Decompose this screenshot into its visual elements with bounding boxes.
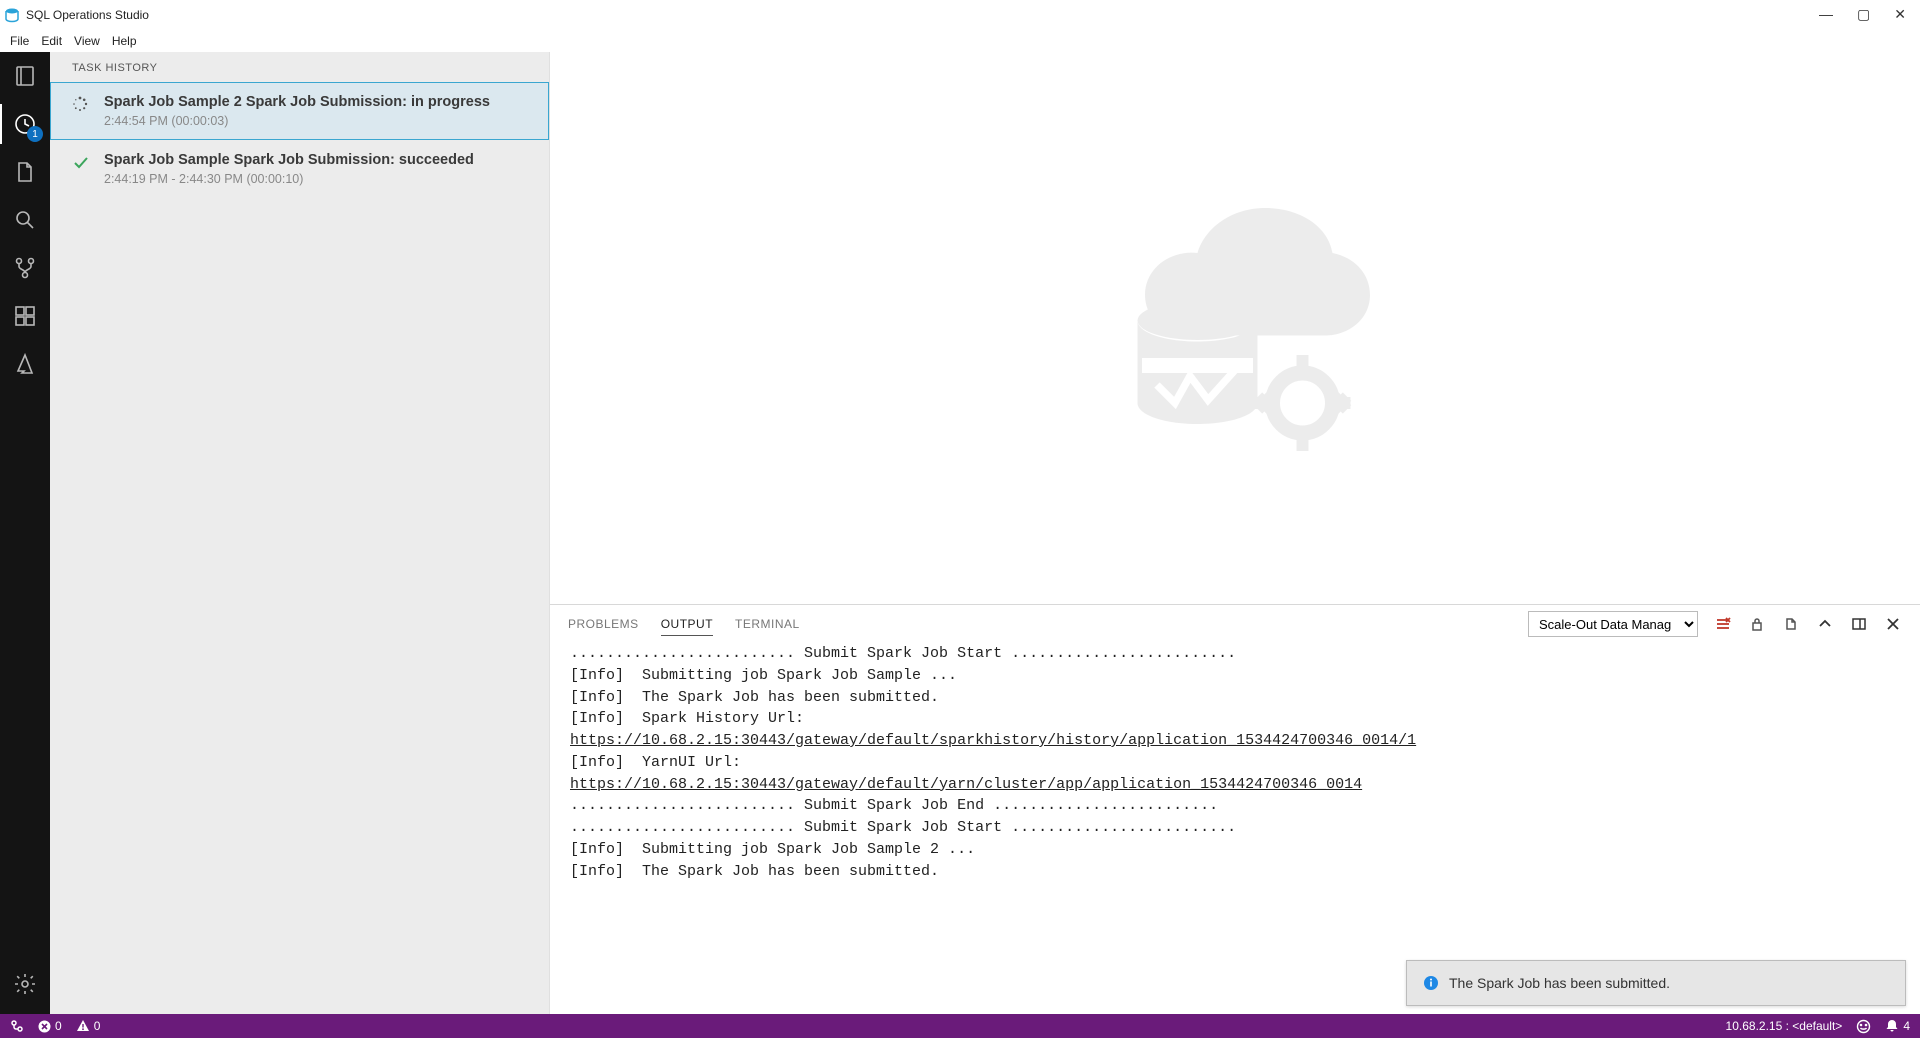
welcome-logo-icon — [1085, 178, 1385, 478]
window-controls: — ▢ ✕ — [1819, 6, 1916, 23]
menu-file[interactable]: File — [4, 34, 35, 48]
menu-view[interactable]: View — [68, 34, 106, 48]
output-channel-select[interactable]: Scale-Out Data Manag — [1528, 611, 1698, 637]
app-icon — [4, 7, 20, 23]
notification-toast[interactable]: The Spark Job has been submitted. — [1406, 960, 1906, 1006]
output-content[interactable]: ......................... Submit Spark J… — [550, 643, 1920, 1014]
status-warnings[interactable]: 0 — [76, 1019, 101, 1033]
title-bar: SQL Operations Studio — ▢ ✕ — [0, 0, 1920, 30]
toggle-panel-icon[interactable] — [1850, 615, 1868, 633]
task-item[interactable]: Spark Job Sample 2 Spark Job Submission:… — [50, 82, 549, 140]
clear-output-icon[interactable] — [1714, 615, 1732, 633]
output-link[interactable]: https://10.68.2.15:30443/gateway/default… — [570, 776, 1362, 793]
status-remote[interactable] — [10, 1019, 24, 1033]
status-errors[interactable]: 0 — [38, 1019, 62, 1033]
welcome-splash — [550, 52, 1920, 604]
check-icon — [72, 152, 90, 186]
menu-help[interactable]: Help — [106, 34, 143, 48]
close-panel-icon[interactable] — [1884, 615, 1902, 633]
tab-output[interactable]: OUTPUT — [661, 613, 713, 636]
close-button[interactable]: ✕ — [1894, 6, 1906, 23]
activity-explorer[interactable] — [11, 158, 39, 186]
status-feedback[interactable] — [1856, 1019, 1871, 1034]
tab-terminal[interactable]: TERMINAL — [735, 613, 800, 635]
maximize-button[interactable]: ▢ — [1857, 6, 1870, 23]
task-item[interactable]: Spark Job Sample Spark Job Submission: s… — [50, 140, 549, 198]
task-history-sidebar: TASK HISTORY Spark Job Sample 2 Spark Jo… — [50, 52, 550, 1014]
task-subtitle: 2:44:19 PM - 2:44:30 PM (00:00:10) — [104, 172, 531, 186]
main: 1 TASK HISTORY Spar — [0, 52, 1920, 1014]
menu-edit[interactable]: Edit — [35, 34, 68, 48]
sidebar-header: TASK HISTORY — [50, 52, 549, 82]
editor-region: PROBLEMS OUTPUT TERMINAL Scale-Out Data … — [550, 52, 1920, 1014]
bottom-panel: PROBLEMS OUTPUT TERMINAL Scale-Out Data … — [550, 604, 1920, 1014]
activity-azure[interactable] — [11, 350, 39, 378]
activity-search[interactable] — [11, 206, 39, 234]
tab-problems[interactable]: PROBLEMS — [568, 613, 639, 635]
status-notifications-count: 4 — [1903, 1019, 1910, 1033]
activity-servers[interactable] — [11, 62, 39, 90]
activity-settings[interactable] — [11, 970, 39, 998]
lock-scroll-icon[interactable] — [1748, 615, 1766, 633]
panel-tabs: PROBLEMS OUTPUT TERMINAL Scale-Out Data … — [550, 605, 1920, 643]
menu-bar: File Edit View Help — [0, 30, 1920, 52]
task-title: Spark Job Sample 2 Spark Job Submission:… — [104, 94, 531, 110]
activity-task-history[interactable]: 1 — [11, 110, 39, 138]
activity-bar: 1 — [0, 52, 50, 1014]
activity-source-control[interactable] — [11, 254, 39, 282]
task-subtitle: 2:44:54 PM (00:00:03) — [104, 114, 531, 128]
status-bar: 0 0 10.68.2.15 : <default> 4 — [0, 1014, 1920, 1038]
window-title: SQL Operations Studio — [26, 8, 149, 22]
open-log-icon[interactable] — [1782, 615, 1800, 633]
spinner-icon — [72, 94, 90, 128]
task-title: Spark Job Sample Spark Job Submission: s… — [104, 152, 531, 168]
status-errors-count: 0 — [55, 1019, 62, 1033]
status-warnings-count: 0 — [94, 1019, 101, 1033]
status-notifications[interactable]: 4 — [1885, 1019, 1910, 1033]
output-link[interactable]: https://10.68.2.15:30443/gateway/default… — [570, 732, 1416, 749]
minimize-button[interactable]: — — [1819, 6, 1833, 23]
activity-extensions[interactable] — [11, 302, 39, 330]
chevron-up-icon[interactable] — [1816, 615, 1834, 633]
history-badge: 1 — [27, 126, 43, 142]
info-icon — [1423, 975, 1439, 991]
task-list: Spark Job Sample 2 Spark Job Submission:… — [50, 82, 549, 1014]
toast-message: The Spark Job has been submitted. — [1449, 975, 1670, 991]
status-connection[interactable]: 10.68.2.15 : <default> — [1726, 1019, 1843, 1033]
